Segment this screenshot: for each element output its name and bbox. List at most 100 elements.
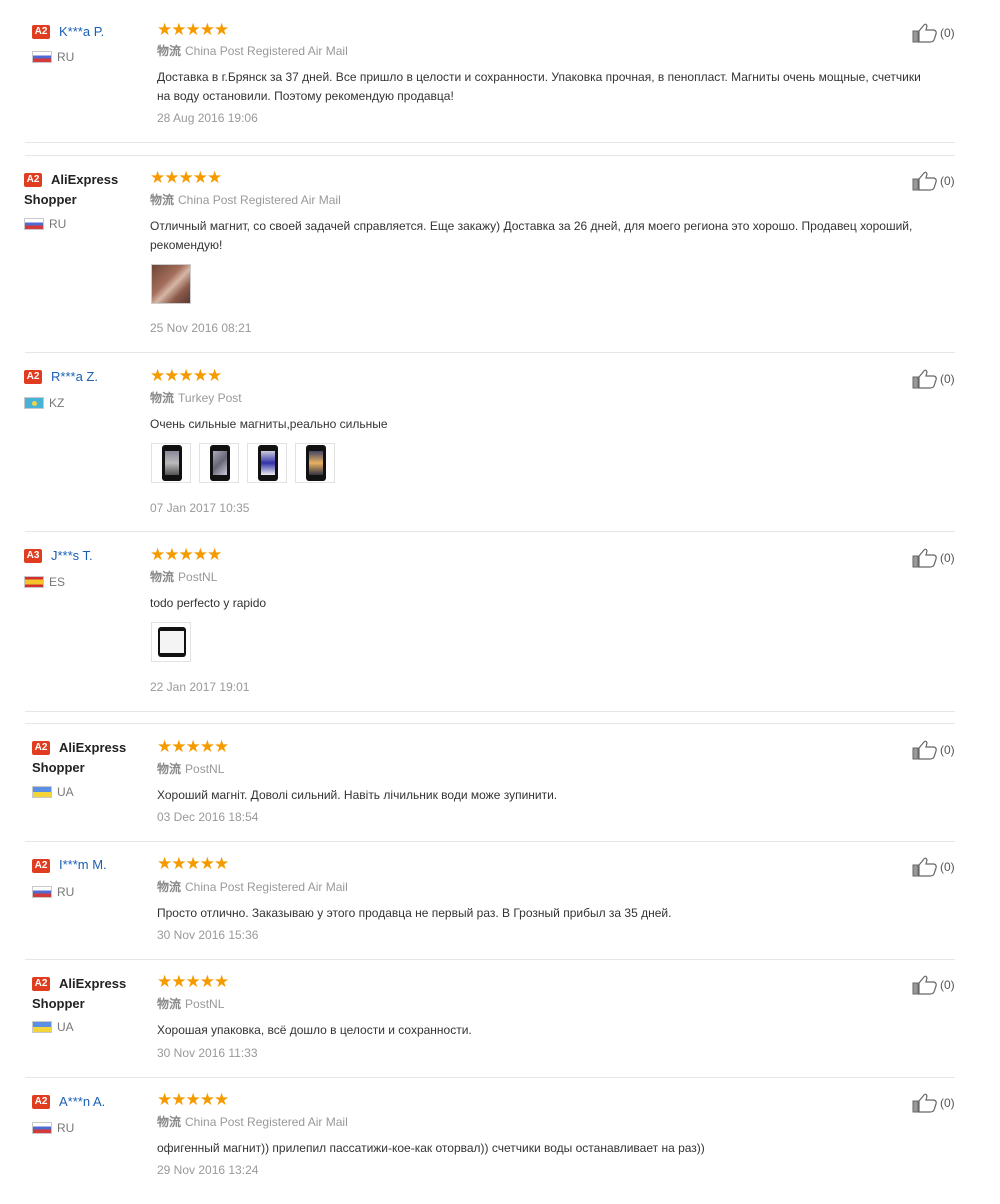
helpful-button[interactable]: (0)	[912, 975, 955, 995]
review-photo-thumbnail[interactable]	[151, 443, 191, 483]
reviewer-name[interactable]: J***s T.	[51, 547, 93, 564]
country-flag-icon	[24, 397, 44, 409]
shipping-method: PostNL	[185, 762, 225, 776]
star-icon: ★	[178, 545, 194, 564]
review-divider	[25, 1077, 955, 1078]
shipping-method: China Post Registered Air Mail	[185, 1115, 348, 1129]
star-icon: ★	[199, 737, 215, 756]
shipping-label: 物流	[157, 44, 182, 58]
shipping-label: 物流	[157, 762, 182, 776]
country-flag-icon	[32, 886, 52, 898]
country-flag-icon	[32, 1122, 52, 1134]
star-icon: ★	[192, 545, 208, 564]
shipping-method: China Post Registered Air Mail	[185, 44, 348, 58]
reviewer-name[interactable]: K***a P.	[59, 23, 104, 40]
star-icon: ★	[199, 972, 215, 991]
thumbs-up-icon	[912, 1093, 937, 1113]
star-icon: ★	[207, 545, 222, 564]
thumbs-up-icon	[912, 548, 937, 568]
star-icon: ★	[178, 366, 194, 385]
review-text: офигенный магнит)) прилепил пассатижи-ко…	[157, 1141, 705, 1155]
helpful-button[interactable]: (0)	[912, 548, 955, 568]
star-icon: ★	[171, 854, 186, 873]
review-text: Очень сильные магниты,реально сильные	[150, 417, 388, 431]
star-icon: ★	[214, 20, 229, 39]
helpful-count: (0)	[940, 372, 955, 386]
review-date: 07 Jan 2017 10:35	[150, 501, 250, 515]
reviewer-name[interactable]: AliExpress Shopper	[32, 974, 142, 1014]
star-icon: ★	[192, 168, 208, 187]
helpful-button[interactable]: (0)	[912, 1093, 955, 1113]
shipping-label: 物流	[157, 1115, 182, 1129]
star-icon: ★	[214, 737, 229, 756]
thumbs-up-icon	[912, 740, 937, 760]
review-divider	[25, 352, 955, 353]
shipping-method: PostNL	[185, 997, 225, 1011]
review-text: Хороший магніт. Доволі сильний. Навіть л…	[157, 788, 558, 802]
review-photo-thumbnail[interactable]	[247, 443, 287, 483]
star-rating: ★ ★ ★ ★ ★	[157, 20, 229, 39]
shipping-info: 物流 PostNL	[150, 570, 217, 585]
helpful-button[interactable]: (0)	[912, 740, 955, 760]
helpful-button[interactable]: (0)	[912, 171, 955, 191]
review-date: 29 Nov 2016 13:24	[157, 1163, 259, 1177]
star-icon: ★	[164, 168, 179, 187]
reviewer-name[interactable]: AliExpress Shopper	[32, 738, 142, 778]
country-flag-icon	[32, 51, 52, 63]
review-text: Доставка в г.Брянск за 37 дней. Все приш…	[157, 70, 921, 103]
country-flag-icon	[32, 786, 52, 798]
star-icon: ★	[207, 366, 222, 385]
reviewer-name[interactable]: R***a Z.	[51, 368, 98, 385]
review-photo-thumbnail[interactable]	[199, 443, 239, 483]
review-photo-thumbnail[interactable]	[151, 264, 191, 304]
star-rating: ★ ★ ★ ★ ★	[157, 854, 229, 873]
star-rating: ★ ★ ★ ★ ★	[150, 366, 222, 385]
star-icon: ★	[192, 366, 208, 385]
star-icon: ★	[214, 972, 229, 991]
review-photo-thumbnail[interactable]	[151, 622, 191, 662]
reviewer-name[interactable]: I***m M.	[59, 856, 107, 873]
shipping-label: 物流	[150, 570, 175, 584]
helpful-count: (0)	[940, 174, 955, 188]
country-code: RU	[57, 1121, 75, 1135]
helpful-button[interactable]: (0)	[912, 857, 955, 877]
star-rating: ★ ★ ★ ★ ★	[157, 1090, 229, 1109]
reviewer-name[interactable]: A***n A.	[59, 1093, 105, 1110]
country-flag-icon	[32, 1021, 52, 1033]
reviewer-name[interactable]: AliExpress Shopper	[24, 170, 134, 210]
country-code: KZ	[49, 396, 65, 410]
review-photo-thumbnail[interactable]	[295, 443, 335, 483]
helpful-count: (0)	[940, 1096, 955, 1110]
review-date: 03 Dec 2016 18:54	[157, 810, 259, 824]
country-code: ES	[49, 575, 66, 589]
buyer-level-badge: A2	[32, 859, 50, 873]
shipping-label: 物流	[150, 391, 175, 405]
shipping-info: 物流 PostNL	[157, 762, 224, 777]
star-icon: ★	[199, 1090, 215, 1109]
review-date: 28 Aug 2016 19:06	[157, 111, 258, 125]
review-divider	[25, 723, 955, 724]
helpful-button[interactable]: (0)	[912, 23, 955, 43]
helpful-count: (0)	[940, 743, 955, 757]
review-divider	[25, 711, 955, 712]
helpful-button[interactable]: (0)	[912, 369, 955, 389]
shipping-label: 物流	[157, 997, 182, 1011]
shipping-info: 物流 China Post Registered Air Mail	[150, 193, 341, 208]
star-rating: ★ ★ ★ ★ ★	[157, 737, 229, 756]
shipping-info: 物流 PostNL	[157, 997, 224, 1012]
star-icon: ★	[207, 168, 222, 187]
helpful-count: (0)	[940, 26, 955, 40]
shipping-method: China Post Registered Air Mail	[185, 880, 348, 894]
thumbs-up-icon	[912, 23, 937, 43]
review-divider	[25, 531, 955, 532]
thumbs-up-icon	[912, 857, 937, 877]
country-code: UA	[57, 1020, 74, 1034]
buyer-level-badge: A2	[32, 25, 50, 39]
country-code: RU	[57, 50, 75, 64]
shipping-info: 物流 China Post Registered Air Mail	[157, 1115, 348, 1130]
review-date: 30 Nov 2016 11:33	[157, 1046, 258, 1060]
country-code: RU	[57, 885, 75, 899]
star-icon: ★	[150, 366, 165, 385]
helpful-count: (0)	[940, 551, 955, 565]
star-rating: ★ ★ ★ ★ ★	[157, 972, 229, 991]
